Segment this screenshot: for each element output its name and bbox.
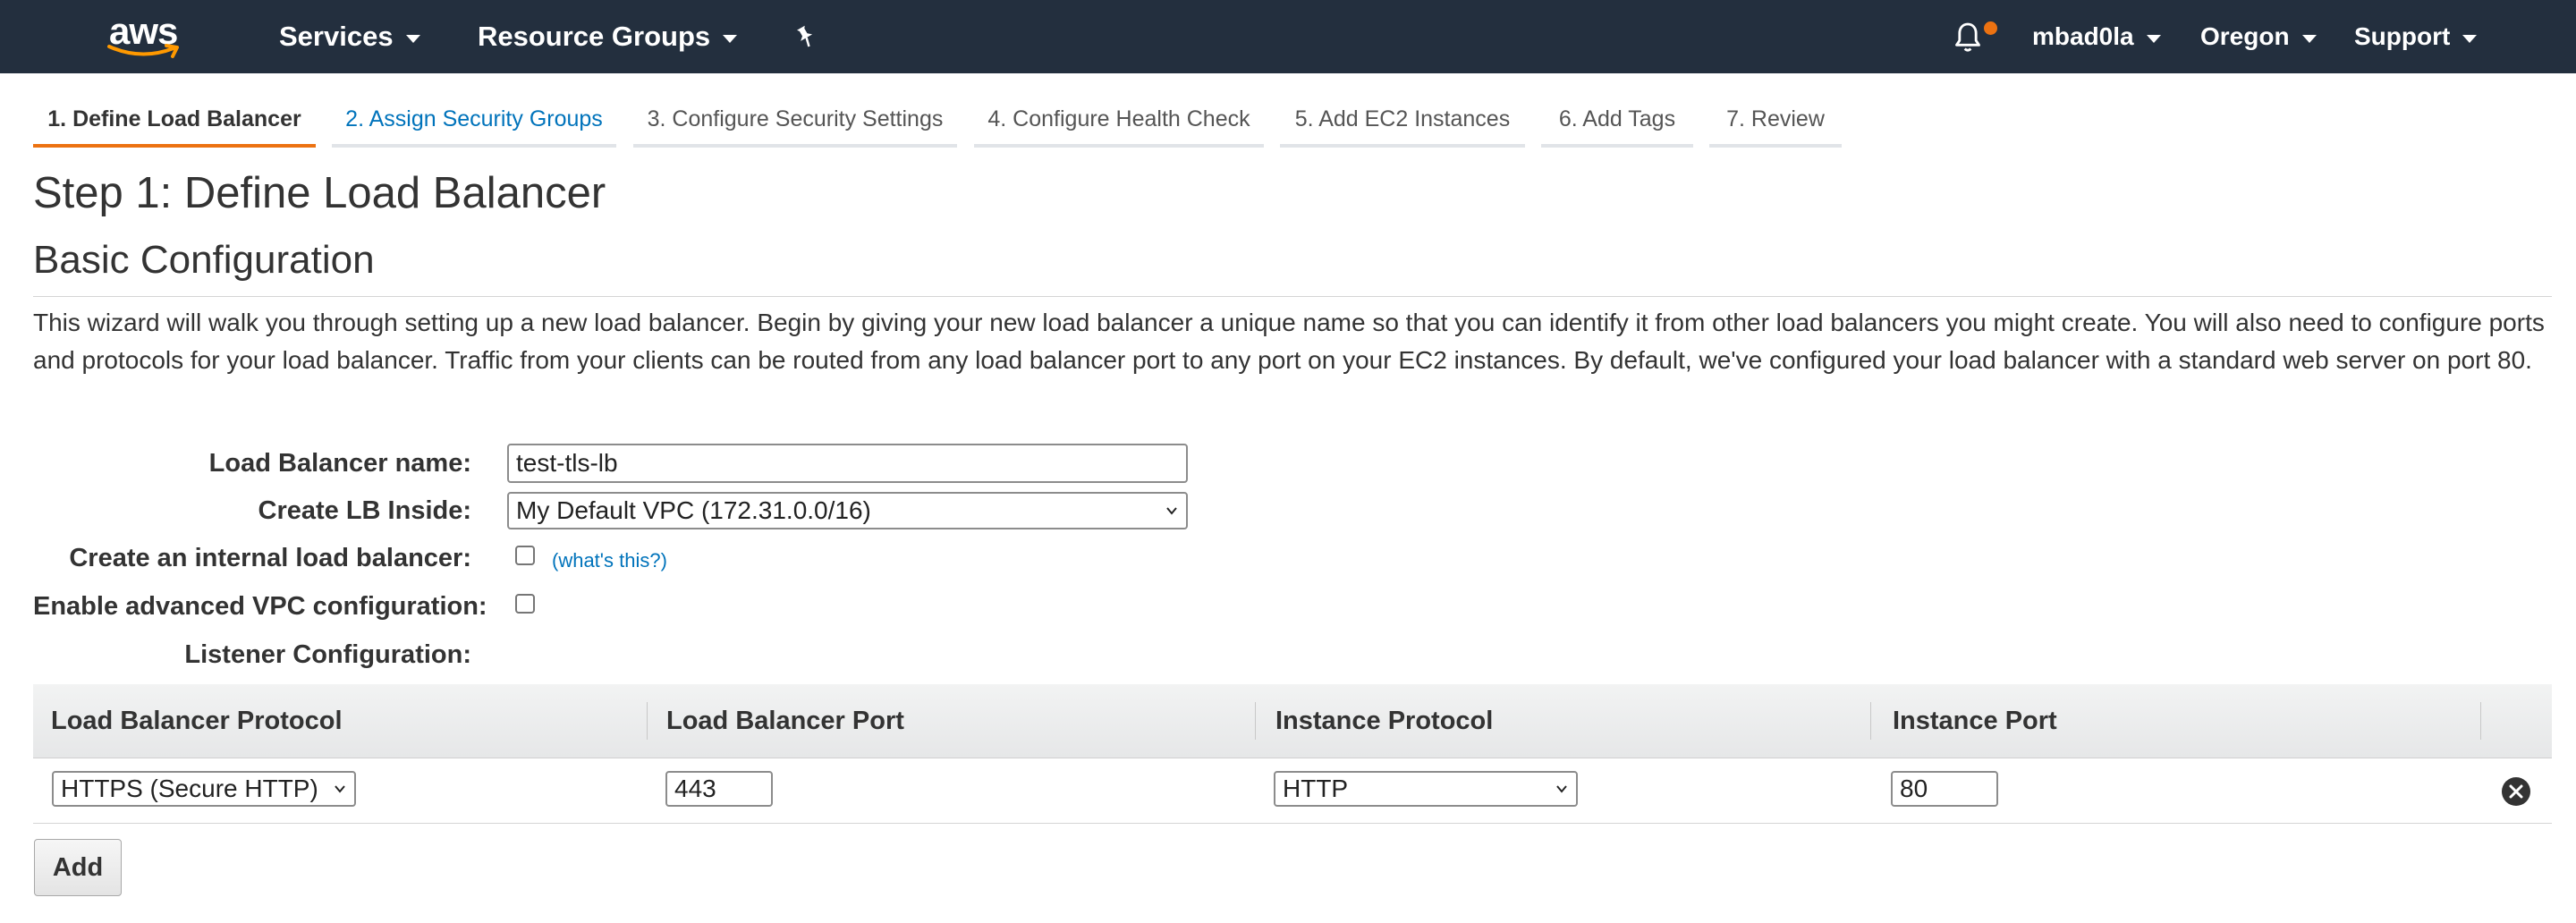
bell-icon (1955, 22, 1980, 52)
chevron-down-icon (2462, 34, 2478, 43)
services-menu[interactable]: Services (279, 0, 420, 73)
chevron-down-icon (2301, 34, 2317, 43)
column-divider (2480, 702, 2481, 740)
tab-configure-health-check: 4. Configure Health Check (974, 94, 1264, 148)
user-name: mbad0la (2032, 22, 2134, 50)
tab-label: 3. Configure Security Settings (647, 106, 944, 131)
add-listener-button[interactable]: Add (34, 839, 122, 896)
chevron-down-icon (335, 785, 345, 793)
lb-protocol-value: HTTPS (Secure HTTP) (61, 775, 318, 802)
region-name: Oregon (2200, 22, 2290, 50)
tab-assign-security-groups[interactable]: 2. Assign Security Groups (332, 94, 616, 148)
add-button-label: Add (52, 852, 104, 882)
load-balancer-name-input[interactable]: test-tls-lb (507, 444, 1188, 483)
pin-button[interactable] (792, 0, 819, 73)
column-divider (1870, 702, 1871, 740)
aws-smile-icon (107, 44, 179, 58)
tab-label: 7. Review (1726, 106, 1825, 131)
resource-groups-label: Resource Groups (478, 21, 711, 52)
lb-port-value: 443 (674, 775, 716, 802)
top-navigation-bar: aws Services Resource Groups mbad0la Ore… (0, 0, 2576, 73)
vpc-select-value: My Default VPC (172.31.0.0/16) (516, 496, 871, 524)
support-menu[interactable]: Support (2354, 0, 2478, 73)
column-divider (647, 702, 648, 740)
internal-lb-label: Create an internal load balancer: (69, 544, 471, 572)
tab-label: 4. Configure Health Check (987, 106, 1250, 131)
region-menu[interactable]: Oregon (2200, 0, 2317, 73)
tab-label: 6. Add Tags (1558, 106, 1676, 131)
notification-badge (1984, 21, 1997, 35)
column-header-lb-port: Load Balancer Port (666, 706, 904, 735)
column-header-instance-protocol: Instance Protocol (1275, 706, 1494, 735)
lb-port-input[interactable]: 443 (665, 771, 773, 807)
advanced-vpc-label: Enable advanced VPC configuration: (33, 592, 487, 621)
tab-define-load-balancer[interactable]: 1. Define Load Balancer (33, 94, 316, 148)
listener-table-header: Load Balancer Protocol Load Balancer Por… (33, 684, 2552, 758)
user-menu[interactable]: mbad0la (2032, 0, 2161, 73)
instance-protocol-select[interactable]: HTTP (1274, 771, 1578, 807)
internal-lb-checkbox[interactable] (515, 546, 535, 565)
resource-groups-menu[interactable]: Resource Groups (478, 0, 738, 73)
chevron-down-icon (1556, 785, 1567, 793)
column-divider (1255, 702, 1256, 740)
chevron-down-icon (2146, 34, 2161, 43)
tab-label: 2. Assign Security Groups (345, 106, 603, 131)
tab-review: 7. Review (1709, 94, 1842, 148)
instance-port-value: 80 (1900, 775, 1928, 802)
page-title: Step 1: Define Load Balancer (33, 169, 606, 217)
column-header-lb-protocol: Load Balancer Protocol (51, 706, 343, 735)
instance-port-input[interactable]: 80 (1891, 771, 1998, 807)
load-balancer-name-value: test-tls-lb (516, 449, 618, 477)
pin-icon (797, 25, 813, 47)
services-label: Services (279, 21, 394, 52)
column-header-instance-port: Instance Port (1893, 706, 2057, 735)
chevron-down-icon (1166, 507, 1177, 515)
create-lb-inside-label: Create LB Inside: (258, 496, 472, 525)
tab-label: 5. Add EC2 Instances (1294, 106, 1511, 131)
listener-configuration-label: Listener Configuration: (184, 640, 471, 669)
advanced-vpc-checkbox[interactable] (515, 594, 535, 614)
instance-protocol-value: HTTP (1283, 775, 1349, 802)
chevron-down-icon (723, 34, 738, 43)
tab-add-ec2-instances: 5. Add EC2 Instances (1280, 94, 1525, 148)
load-balancer-name-label: Load Balancer name: (208, 449, 471, 478)
section-divider (33, 296, 2552, 297)
chevron-down-icon (405, 34, 420, 43)
intro-text: This wizard will walk you through settin… (33, 309, 2545, 374)
whats-this-link[interactable]: (what's this?) (552, 549, 667, 572)
vpc-select[interactable]: My Default VPC (172.31.0.0/16) (507, 492, 1188, 529)
tab-label: 1. Define Load Balancer (47, 106, 301, 131)
remove-listener-icon[interactable] (2501, 776, 2531, 807)
lb-protocol-select[interactable]: HTTPS (Secure HTTP) (52, 771, 356, 807)
aws-logo[interactable]: aws (106, 13, 182, 61)
section-title: Basic Configuration (33, 238, 375, 282)
support-label: Support (2354, 22, 2451, 50)
tab-add-tags: 6. Add Tags (1541, 94, 1693, 148)
tab-configure-security-settings: 3. Configure Security Settings (633, 94, 957, 148)
